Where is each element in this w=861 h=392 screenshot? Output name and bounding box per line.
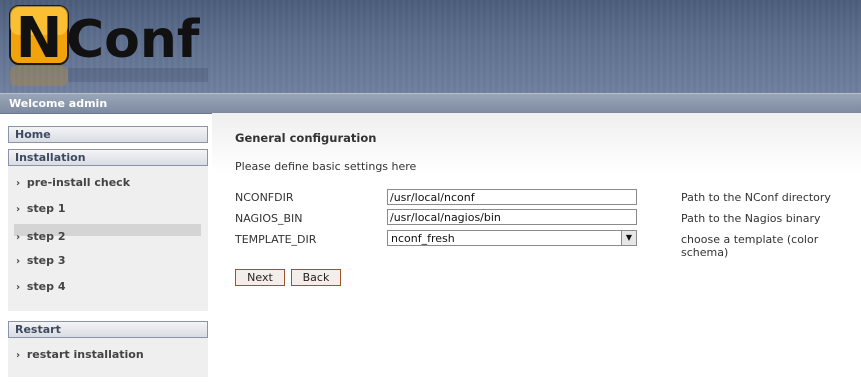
sidebar-restart-header: Restart: [8, 321, 208, 338]
template-dir-hint: choose a template (color schema): [681, 233, 819, 259]
sidebar-item-label: step 1: [26, 202, 66, 215]
logo-conf: Conf: [66, 10, 201, 70]
home-box: Home: [8, 126, 208, 143]
template-dir-select[interactable]: nconf_fresh ▼: [387, 230, 637, 246]
sidebar-installation-header: Installation: [8, 149, 208, 166]
sidebar-item-step-3[interactable]: › step 3: [8, 247, 208, 273]
sidebar-item-label: step 2: [26, 230, 66, 243]
sidebar-item-label: restart installation: [26, 348, 144, 361]
chevron-right-icon: ›: [16, 256, 21, 267]
welcome-bar: Welcome admin: [0, 93, 861, 114]
welcome-text: Welcome admin: [9, 97, 108, 110]
page-title: General configuration: [235, 131, 377, 145]
next-button[interactable]: Next: [235, 269, 285, 286]
sidebar-item-pre-install-check[interactable]: › pre-install check: [8, 169, 208, 195]
sidebar-item-step-4[interactable]: › step 4: [8, 273, 208, 299]
installation-box: Installation › pre-install check › step …: [8, 149, 208, 311]
chevron-right-icon: ›: [16, 350, 21, 361]
sidebar-item-restart-installation[interactable]: › restart installation: [8, 341, 208, 367]
restart-box: Restart › restart installation: [8, 321, 208, 377]
nagios-bin-input[interactable]: [387, 209, 637, 225]
sidebar-item-step-2[interactable]: › step 2: [8, 221, 208, 247]
sidebar-item-label: step 3: [26, 254, 66, 267]
sidebar-item-label: step 4: [26, 280, 66, 293]
chevron-right-icon: ›: [16, 178, 21, 189]
main-content: General configuration Please define basi…: [212, 113, 861, 392]
nconfdir-hint: Path to the NConf directory: [681, 191, 831, 204]
template-dir-selected-value: nconf_fresh: [391, 232, 455, 245]
chevron-right-icon: ›: [16, 282, 21, 293]
logo-n: N: [16, 6, 63, 71]
nconfdir-label: NCONFDIR: [235, 191, 294, 204]
template-dir-label: TEMPLATE_DIR: [235, 233, 317, 246]
dropdown-arrow-icon[interactable]: ▼: [621, 231, 636, 245]
chevron-right-icon: ›: [16, 204, 21, 215]
nagios-bin-hint: Path to the Nagios binary: [681, 212, 821, 225]
sidebar-item-label: pre-install check: [26, 176, 131, 189]
page-description: Please define basic settings here: [235, 160, 417, 173]
nconf-logo[interactable]: N Conf: [6, 2, 218, 88]
header-banner: N Conf: [0, 0, 861, 93]
back-button[interactable]: Back: [291, 269, 341, 286]
chevron-right-icon: ›: [16, 232, 21, 243]
nconfdir-input[interactable]: [387, 189, 637, 205]
sidebar: Home Installation › pre-install check › …: [8, 126, 208, 377]
sidebar-home-link[interactable]: Home: [8, 126, 208, 143]
nagios-bin-label: NAGIOS_BIN: [235, 212, 303, 225]
sidebar-item-step-1[interactable]: › step 1: [8, 195, 208, 221]
